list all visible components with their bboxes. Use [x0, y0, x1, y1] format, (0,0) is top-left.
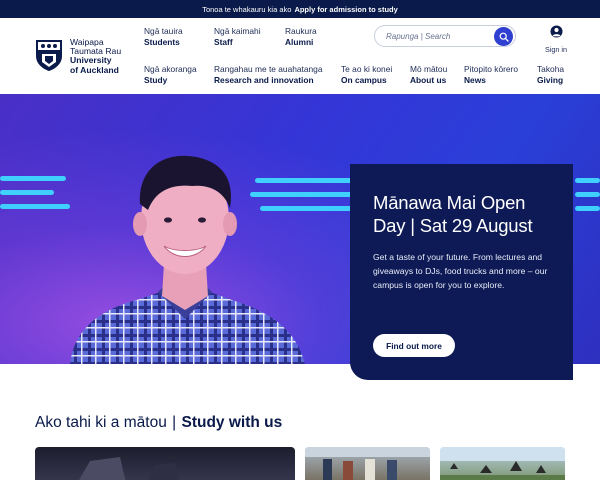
nav-alumni-english: Alumni — [285, 36, 314, 47]
sign-in-label: Sign in — [545, 45, 567, 54]
nav-giving-english: Giving — [537, 74, 564, 85]
decorative-stripe — [575, 192, 600, 197]
search-input[interactable] — [386, 31, 486, 41]
search-box — [374, 25, 516, 47]
nav-alumni-maori: Raukura — [285, 26, 317, 36]
study-section-heading: Ako tahi ki a mātou | Study with us — [35, 414, 282, 432]
nav-students-english: Students — [144, 36, 180, 47]
logo-line-4: of Auckland — [70, 64, 119, 75]
nav-about-us[interactable]: Mō mātou About us — [410, 64, 447, 85]
nav-about-us-maori: Mō mātou — [410, 64, 448, 74]
site-header: Waipapa Taumata Rau University of Auckla… — [0, 18, 600, 94]
nav-news[interactable]: Pitopito kōrero News — [464, 64, 518, 85]
decorative-stripe — [0, 190, 54, 195]
decorative-stripe — [575, 206, 600, 211]
nav-study-maori: Ngā akoranga — [144, 64, 197, 74]
nav-news-english: News — [464, 74, 486, 85]
apply-admission-link[interactable]: Apply for admission to study — [294, 5, 397, 14]
tile-1-image — [79, 457, 180, 480]
nav-on-campus-english: On campus — [341, 74, 387, 85]
nav-on-campus-maori: Te ao ki konei — [341, 64, 393, 74]
study-heading-separator: | — [172, 414, 177, 431]
decorative-stripe — [575, 178, 600, 183]
nav-staff-english: Staff — [214, 36, 233, 47]
study-heading-english: Study with us — [181, 414, 283, 431]
crest-icon — [36, 40, 62, 71]
card-title: Mānawa Mai Open Day | Sat 29 August — [373, 192, 533, 236]
search-icon — [499, 32, 509, 42]
nav-news-maori: Pitopito kōrero — [464, 64, 518, 74]
study-tile-2[interactable] — [305, 447, 430, 480]
university-logo[interactable]: Waipapa Taumata Rau University of Auckla… — [34, 37, 144, 75]
study-heading-maori: Ako tahi ki a mātou — [35, 414, 167, 431]
tile-2-image — [305, 447, 430, 480]
nav-giving-maori: Takoha — [537, 64, 565, 74]
nav-study[interactable]: Ngā akoranga Study — [144, 64, 197, 85]
search-button[interactable] — [494, 27, 513, 46]
card-description: Get a taste of your future. From lecture… — [373, 252, 548, 290]
nav-staff-maori: Ngā kaimahi — [214, 26, 261, 36]
nav-research-maori: Rangahau me te auahatanga — [214, 64, 323, 74]
study-tile-3[interactable] — [440, 447, 565, 480]
nav-alumni[interactable]: Raukura Alumni — [285, 26, 317, 47]
nav-about-us-english: About us — [410, 74, 447, 85]
hero-student-photo — [70, 155, 305, 364]
study-tile-1[interactable] — [35, 447, 295, 480]
nav-study-english: Study — [144, 74, 168, 85]
nav-research[interactable]: Rangahau me te auahatanga Research and i… — [214, 64, 323, 85]
sign-in-button[interactable]: Sign in — [541, 25, 571, 54]
find-out-more-button[interactable]: Find out more — [373, 334, 455, 357]
topbar-prefix: Tonoa te whakauru kia ako — [202, 4, 292, 14]
nav-students-maori: Ngā tauira — [144, 26, 183, 36]
logo-wordmark: Waipapa Taumata Rau University of Auckla… — [70, 37, 121, 75]
nav-on-campus[interactable]: Te ao ki konei On campus — [341, 64, 392, 85]
user-icon — [550, 25, 562, 38]
nav-research-english: Research and innovation — [214, 74, 314, 85]
top-announcement-bar: Tonoa te whakauru kia ako Apply for admi… — [0, 0, 600, 18]
nav-students[interactable]: Ngā tauira Students — [144, 26, 183, 47]
open-day-card: Mānawa Mai Open Day | Sat 29 August Get … — [350, 164, 573, 380]
nav-staff[interactable]: Ngā kaimahi Staff — [214, 26, 261, 47]
tile-3-image — [440, 447, 565, 480]
nav-giving[interactable]: Takoha Giving — [537, 64, 564, 85]
decorative-stripe — [0, 176, 66, 181]
